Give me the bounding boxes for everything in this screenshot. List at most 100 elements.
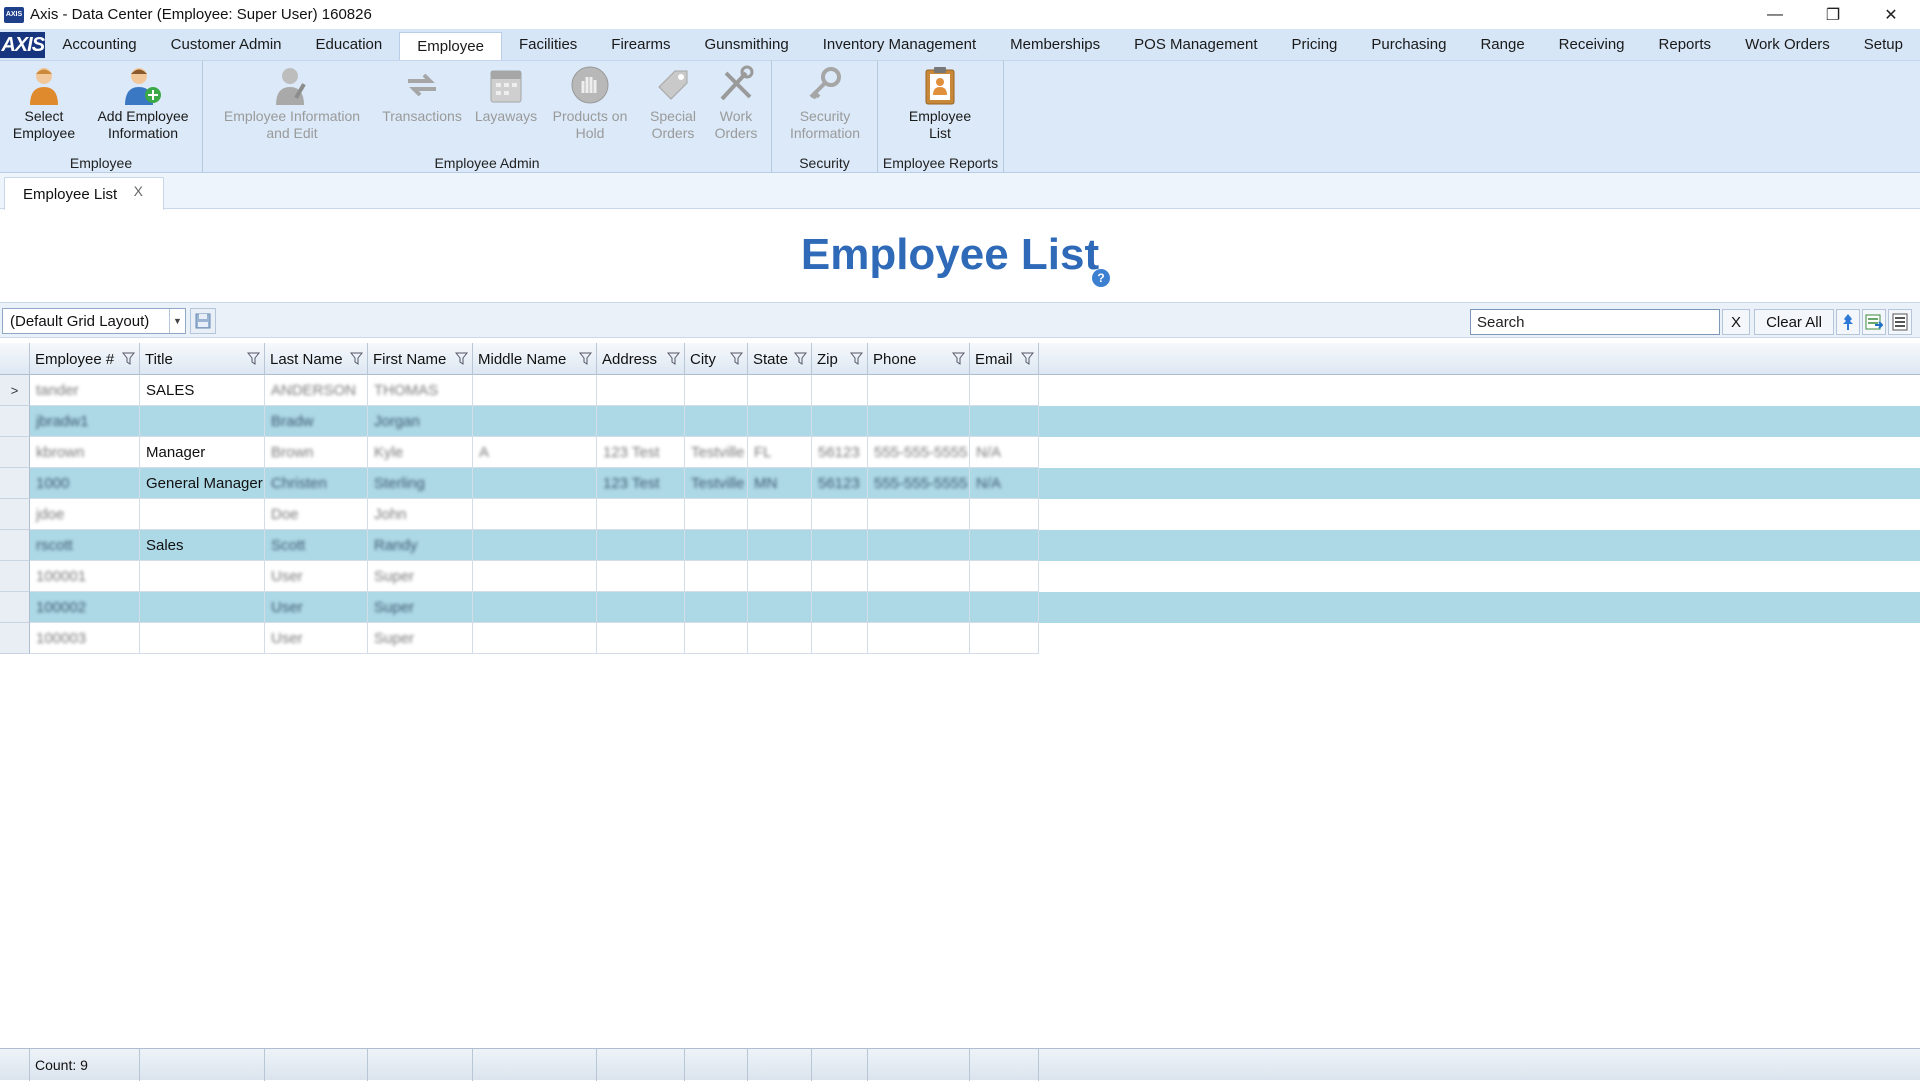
clear-search-button[interactable]: X bbox=[1722, 309, 1750, 335]
cell-email[interactable] bbox=[970, 499, 1039, 530]
cell-state[interactable] bbox=[748, 406, 812, 437]
cell-email[interactable] bbox=[970, 561, 1039, 592]
cell-first[interactable]: Randy bbox=[368, 530, 473, 561]
cell-last[interactable]: Brown bbox=[265, 437, 368, 468]
grid-layout-select[interactable]: (Default Grid Layout) ▼ bbox=[2, 308, 186, 334]
cell-last[interactable]: Bradw bbox=[265, 406, 368, 437]
cell-employee[interactable]: 1000 bbox=[30, 468, 140, 499]
menu-work-orders[interactable]: Work Orders bbox=[1728, 29, 1847, 60]
clear-all-button[interactable]: Clear All bbox=[1754, 309, 1834, 335]
cell-address[interactable]: 123 Test bbox=[597, 437, 685, 468]
chevron-down-icon[interactable]: ▼ bbox=[169, 309, 185, 333]
row-selector[interactable] bbox=[0, 406, 30, 437]
cell-title[interactable] bbox=[140, 499, 265, 530]
cell-state[interactable] bbox=[748, 375, 812, 406]
cell-title[interactable]: Manager bbox=[140, 437, 265, 468]
cell-employee[interactable]: 100001 bbox=[30, 561, 140, 592]
search-input[interactable] bbox=[1470, 309, 1720, 335]
cell-phone[interactable] bbox=[868, 561, 970, 592]
cell-phone[interactable] bbox=[868, 375, 970, 406]
cell-middle[interactable] bbox=[473, 561, 597, 592]
column-header-email[interactable]: Email bbox=[970, 343, 1039, 375]
menu-gunsmithing[interactable]: Gunsmithing bbox=[687, 29, 805, 60]
table-row[interactable]: 100002 User Super bbox=[0, 592, 1920, 623]
cell-title[interactable] bbox=[140, 623, 265, 654]
cell-middle[interactable] bbox=[473, 530, 597, 561]
column-header-employee[interactable]: Employee # bbox=[30, 343, 140, 375]
cell-phone[interactable]: 555-555-5555 bbox=[868, 437, 970, 468]
row-selector[interactable] bbox=[0, 437, 30, 468]
menu-customer-admin[interactable]: Customer Admin bbox=[154, 29, 299, 60]
employee-list-button[interactable]: Employee List bbox=[890, 64, 990, 142]
menu-setup[interactable]: Setup bbox=[1847, 29, 1920, 60]
column-chooser-button[interactable] bbox=[1888, 309, 1912, 335]
cell-email[interactable]: N/A bbox=[970, 437, 1039, 468]
menu-education[interactable]: Education bbox=[299, 29, 400, 60]
cell-title[interactable] bbox=[140, 406, 265, 437]
menu-receiving[interactable]: Receiving bbox=[1542, 29, 1642, 60]
menu-employee[interactable]: Employee bbox=[399, 32, 502, 60]
row-selector[interactable]: > bbox=[0, 375, 30, 406]
cell-phone[interactable] bbox=[868, 406, 970, 437]
menu-firearms[interactable]: Firearms bbox=[594, 29, 687, 60]
cell-first[interactable]: Sterling bbox=[368, 468, 473, 499]
cell-city[interactable] bbox=[685, 375, 748, 406]
menu-reports[interactable]: Reports bbox=[1642, 29, 1729, 60]
cell-employee[interactable]: 100002 bbox=[30, 592, 140, 623]
cell-address[interactable] bbox=[597, 375, 685, 406]
cell-phone[interactable] bbox=[868, 499, 970, 530]
cell-city[interactable] bbox=[685, 406, 748, 437]
cell-state[interactable] bbox=[748, 561, 812, 592]
cell-phone[interactable] bbox=[868, 592, 970, 623]
close-button[interactable]: ✕ bbox=[1862, 0, 1920, 29]
cell-city[interactable]: Testville bbox=[685, 437, 748, 468]
filter-icon[interactable] bbox=[455, 352, 468, 365]
cell-city[interactable] bbox=[685, 499, 748, 530]
cell-email[interactable] bbox=[970, 406, 1039, 437]
cell-first[interactable]: Jorgan bbox=[368, 406, 473, 437]
cell-title[interactable] bbox=[140, 561, 265, 592]
select-employee-button[interactable]: Select Employee bbox=[8, 64, 80, 142]
cell-last[interactable]: Christen bbox=[265, 468, 368, 499]
cell-email[interactable] bbox=[970, 592, 1039, 623]
row-selector[interactable] bbox=[0, 499, 30, 530]
filter-icon[interactable] bbox=[794, 352, 807, 365]
table-row[interactable]: 1000 General Manager Christen Sterling 123 T… bbox=[0, 468, 1920, 499]
filter-icon[interactable] bbox=[122, 352, 135, 365]
menu-accounting[interactable]: Accounting bbox=[45, 29, 153, 60]
minimize-button[interactable]: — bbox=[1746, 0, 1804, 29]
save-layout-button[interactable] bbox=[190, 308, 216, 334]
table-row[interactable]: > tander SALES ANDERSON THOMAS bbox=[0, 375, 1920, 406]
cell-title[interactable] bbox=[140, 592, 265, 623]
cell-city[interactable] bbox=[685, 530, 748, 561]
cell-zip[interactable] bbox=[812, 406, 868, 437]
work-orders-button[interactable]: Work Orders bbox=[701, 64, 771, 142]
cell-zip[interactable] bbox=[812, 530, 868, 561]
pin-button[interactable] bbox=[1836, 309, 1860, 335]
column-header-address[interactable]: Address bbox=[597, 343, 685, 375]
cell-phone[interactable]: 555-555-5555 bbox=[868, 468, 970, 499]
cell-first[interactable]: John bbox=[368, 499, 473, 530]
table-row[interactable]: 100003 User Super bbox=[0, 623, 1920, 654]
cell-last[interactable]: Doe bbox=[265, 499, 368, 530]
column-header-last[interactable]: Last Name bbox=[265, 343, 368, 375]
cell-first[interactable]: Super bbox=[368, 623, 473, 654]
menu-pos-management[interactable]: POS Management bbox=[1117, 29, 1274, 60]
cell-address[interactable] bbox=[597, 406, 685, 437]
cell-employee[interactable]: jdoe bbox=[30, 499, 140, 530]
table-row[interactable]: jbradw1 Bradw Jorgan bbox=[0, 406, 1920, 437]
cell-zip[interactable] bbox=[812, 592, 868, 623]
security-information-button[interactable]: Security Information bbox=[778, 64, 872, 142]
column-header-zip[interactable]: Zip bbox=[812, 343, 868, 375]
cell-zip[interactable]: 56123 bbox=[812, 437, 868, 468]
filter-icon[interactable] bbox=[850, 352, 863, 365]
cell-first[interactable]: THOMAS bbox=[368, 375, 473, 406]
menu-pricing[interactable]: Pricing bbox=[1275, 29, 1355, 60]
cell-middle[interactable] bbox=[473, 406, 597, 437]
cell-last[interactable]: User bbox=[265, 561, 368, 592]
cell-state[interactable] bbox=[748, 623, 812, 654]
cell-employee[interactable]: tander bbox=[30, 375, 140, 406]
cell-first[interactable]: Super bbox=[368, 561, 473, 592]
column-header-phone[interactable]: Phone bbox=[868, 343, 970, 375]
table-row[interactable]: rscott Sales Scott Randy bbox=[0, 530, 1920, 561]
